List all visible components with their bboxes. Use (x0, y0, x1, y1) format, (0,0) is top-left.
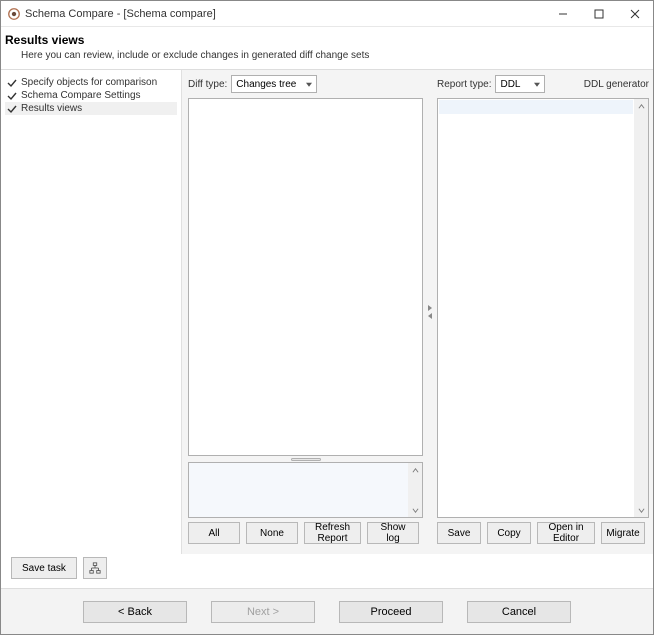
step-specify-objects[interactable]: Specify objects for comparison (5, 76, 177, 89)
step-results-views[interactable]: Results views (5, 102, 177, 115)
titlebar-left: Schema Compare - [Schema compare] (7, 7, 216, 21)
sidebar: Specify objects for comparison Schema Co… (1, 70, 181, 554)
open-in-editor-button[interactable]: Open in Editor (537, 522, 595, 544)
migrate-button[interactable]: Migrate (601, 522, 645, 544)
tree-icon (89, 562, 101, 574)
scroll-down-icon[interactable] (408, 503, 422, 517)
step-label: Specify objects for comparison (21, 77, 157, 88)
diff-type-combo[interactable]: Changes tree (231, 75, 317, 93)
ddl-generator-label: DDL generator (584, 79, 649, 90)
left-pane: Diff type: Changes tree All None Refresh… (182, 70, 427, 554)
save-task-button[interactable]: Save task (11, 557, 77, 579)
window: Schema Compare - [Schema compare] Result… (0, 0, 654, 635)
step-label: Schema Compare Settings (21, 90, 141, 101)
right-pane-header: Report type: DDL DDL generator (437, 74, 649, 94)
content: Specify objects for comparison Schema Co… (1, 70, 653, 554)
close-button[interactable] (617, 1, 653, 27)
app-icon (7, 7, 21, 21)
scrollbar-vertical[interactable] (408, 463, 422, 517)
left-pane-header: Diff type: Changes tree (188, 74, 423, 94)
none-button[interactable]: None (246, 522, 298, 544)
left-button-row: All None Refresh Report Show log (188, 518, 423, 550)
titlebar: Schema Compare - [Schema compare] (1, 1, 653, 27)
show-log-button[interactable]: Show log (367, 522, 419, 544)
report-type-combo[interactable]: DDL (495, 75, 545, 93)
maximize-button[interactable] (581, 1, 617, 27)
diff-type-label: Diff type: (188, 79, 227, 90)
proceed-button[interactable]: Proceed (339, 601, 443, 623)
details-box[interactable] (188, 462, 423, 518)
right-pane: Report type: DDL DDL generator Save Copy… (433, 70, 653, 554)
check-icon (7, 104, 17, 114)
refresh-report-button[interactable]: Refresh Report (304, 522, 361, 544)
window-title: Schema Compare - [Schema compare] (25, 8, 216, 20)
page-title: Results views (5, 33, 645, 47)
scrollbar-vertical[interactable] (634, 99, 648, 517)
check-icon (7, 78, 17, 88)
copy-button[interactable]: Copy (487, 522, 531, 544)
page-subtitle: Here you can review, include or exclude … (21, 50, 645, 61)
all-button[interactable]: All (188, 522, 240, 544)
report-box[interactable] (437, 98, 649, 518)
scroll-down-icon[interactable] (634, 503, 648, 517)
task-bar: Save task (1, 554, 653, 588)
changes-tree[interactable] (188, 98, 423, 456)
wizard-footer: < Back Next > Proceed Cancel (1, 588, 653, 634)
back-button[interactable]: < Back (83, 601, 187, 623)
save-button[interactable]: Save (437, 522, 481, 544)
cancel-button[interactable]: Cancel (467, 601, 571, 623)
scroll-up-icon[interactable] (634, 99, 648, 113)
step-label: Results views (21, 103, 82, 114)
scroll-up-icon[interactable] (408, 463, 422, 477)
step-compare-settings[interactable]: Schema Compare Settings (5, 89, 177, 102)
next-button: Next > (211, 601, 315, 623)
header: Results views Here you can review, inclu… (1, 27, 653, 70)
schedule-task-button[interactable] (83, 557, 107, 579)
check-icon (7, 91, 17, 101)
right-button-row: Save Copy Open in Editor Migrate (437, 518, 649, 550)
main-area: Diff type: Changes tree All None Refresh… (181, 70, 653, 554)
report-type-label: Report type: (437, 79, 491, 90)
titlebar-controls (545, 1, 653, 27)
minimize-button[interactable] (545, 1, 581, 27)
